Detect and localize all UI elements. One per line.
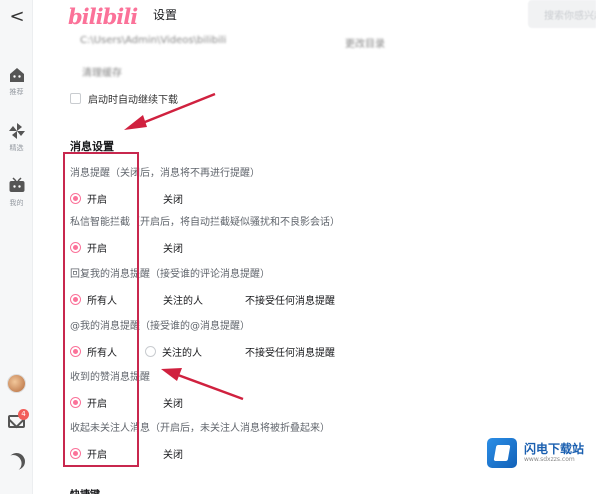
- annotation-arrows: [124, 92, 244, 401]
- watermark-icon: [487, 438, 517, 468]
- annotation-arrow-top: [124, 92, 216, 130]
- annotation-arrow-bottom: [161, 368, 244, 401]
- watermark-url: www.sdxzzs.com: [524, 456, 575, 463]
- watermark-title: 闪电下载站: [524, 442, 585, 456]
- watermark-logo: 闪电下载站 www.sdxzzs.com: [487, 437, 591, 469]
